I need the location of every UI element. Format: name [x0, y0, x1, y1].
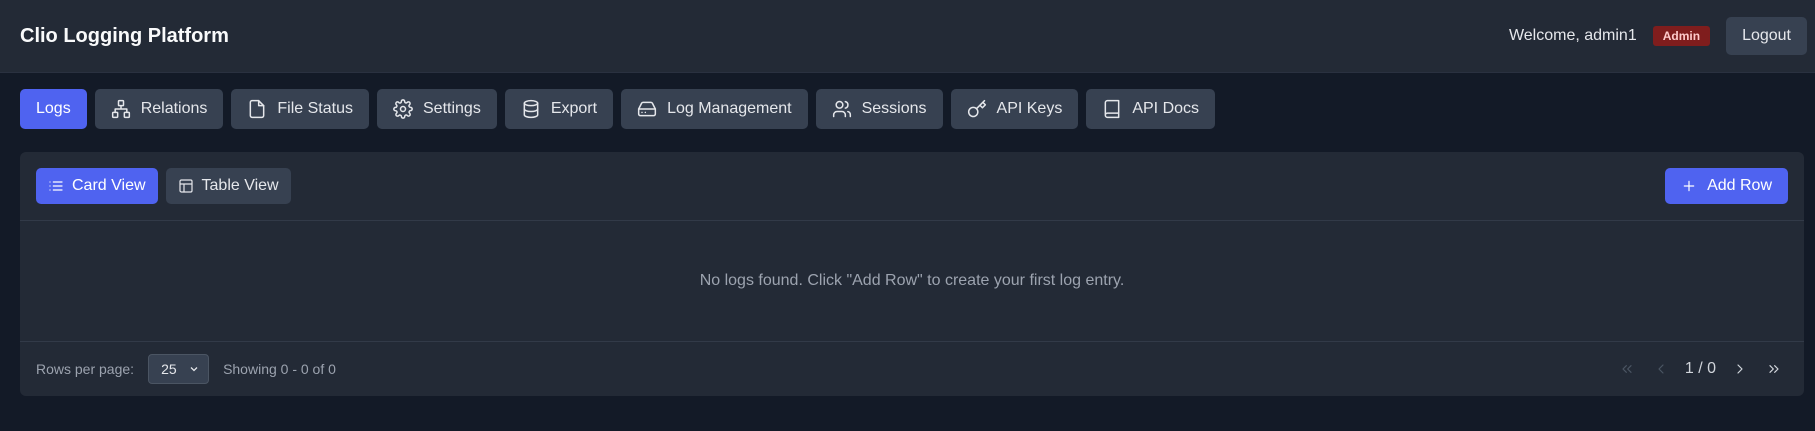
tab-label: Settings	[423, 100, 481, 117]
book-icon	[1104, 99, 1120, 119]
table-view-button[interactable]: Table View	[165, 168, 291, 204]
tab-label: Logs	[36, 100, 71, 117]
pagination: 1 / 0	[1613, 355, 1788, 383]
list-icon	[49, 181, 63, 191]
plus-icon	[1683, 180, 1695, 192]
rows-per-page-group: Rows per page: 25 Showing 0 - 0 of 0	[36, 354, 336, 384]
app-title: Clio Logging Platform	[20, 24, 229, 47]
main-nav: Logs Relations File Status Settings Expo…	[0, 73, 1815, 129]
chevrons-left-icon	[1622, 365, 1632, 373]
logs-panel: Card View Table View Add Row No logs fou…	[20, 152, 1804, 396]
chevrons-right-icon	[1769, 365, 1779, 373]
tab-logs[interactable]: Logs	[20, 89, 87, 129]
tab-label: API Keys	[996, 100, 1063, 117]
hard-drive-icon	[637, 101, 657, 117]
logs-toolbar: Card View Table View Add Row	[20, 152, 1804, 221]
last-page-button[interactable]	[1760, 355, 1788, 383]
first-page-button[interactable]	[1613, 355, 1641, 383]
tab-relations[interactable]: Relations	[94, 89, 224, 129]
tab-label: Export	[550, 100, 598, 117]
add-row-button[interactable]: Add Row	[1665, 168, 1788, 204]
tab-label: Relations	[140, 100, 208, 117]
add-row-label: Add Row	[1707, 177, 1772, 194]
tab-sessions[interactable]: Sessions	[815, 89, 943, 129]
page-indicator: 1 / 0	[1684, 360, 1716, 377]
card-view-label: Card View	[72, 177, 146, 194]
welcome-text: Welcome, admin1	[1508, 27, 1637, 44]
logout-button[interactable]: Logout	[1726, 17, 1807, 55]
tab-export[interactable]: Export	[504, 89, 614, 129]
tab-log-management[interactable]: Log Management	[621, 89, 808, 129]
gear-icon	[393, 99, 413, 119]
rows-per-page-select[interactable]: 25	[148, 354, 210, 384]
next-page-button[interactable]	[1726, 355, 1754, 383]
file-icon	[249, 99, 265, 119]
role-badge: Admin	[1652, 26, 1711, 46]
prev-page-button[interactable]	[1647, 355, 1675, 383]
view-toggle: Card View Table View	[36, 168, 291, 204]
tab-api-keys[interactable]: API Keys	[950, 89, 1079, 129]
tab-label: API Docs	[1132, 100, 1200, 117]
pagination-footer: Rows per page: 25 Showing 0 - 0 of 0 1 /…	[20, 342, 1804, 396]
empty-state: No logs found. Click "Add Row" to create…	[20, 221, 1804, 342]
tab-label: Sessions	[861, 100, 927, 117]
empty-message: No logs found. Click "Add Row" to create…	[699, 272, 1125, 289]
tab-label: File Status	[277, 100, 353, 117]
database-icon	[523, 99, 539, 119]
chevron-down-icon	[190, 367, 198, 372]
tab-api-docs[interactable]: API Docs	[1086, 89, 1216, 129]
chevron-right-icon	[1737, 364, 1743, 374]
chevron-left-icon	[1658, 364, 1664, 374]
tab-file-status[interactable]: File Status	[231, 89, 369, 129]
users-icon	[832, 100, 851, 118]
tab-label: Log Management	[667, 100, 792, 117]
key-icon	[967, 99, 986, 118]
showing-text: Showing 0 - 0 of 0	[223, 361, 336, 377]
rows-per-page-label: Rows per page:	[36, 361, 135, 377]
sitemap-icon	[111, 99, 130, 119]
card-view-button[interactable]: Card View	[36, 168, 158, 204]
table-icon	[178, 179, 193, 193]
rows-per-page-value: 25	[161, 361, 177, 377]
app-header: Clio Logging Platform Welcome, admin1 Ad…	[0, 0, 1815, 73]
user-area: Welcome, admin1 Admin Logout	[1509, 17, 1807, 55]
tab-settings[interactable]: Settings	[377, 89, 497, 129]
table-view-label: Table View	[201, 177, 279, 194]
